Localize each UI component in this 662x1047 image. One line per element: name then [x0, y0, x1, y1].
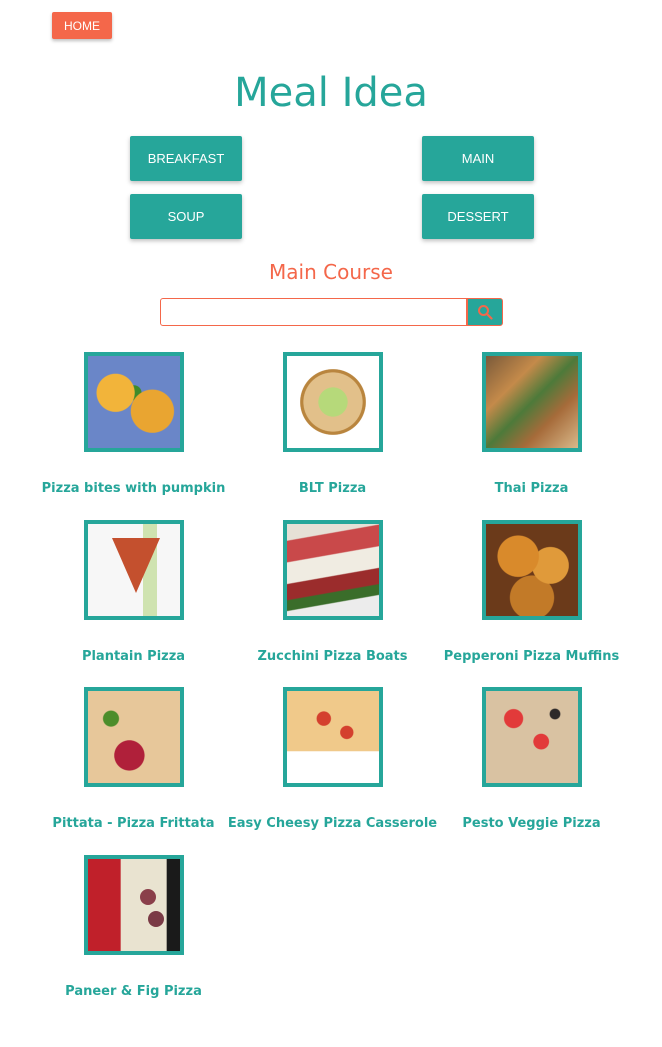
recipe-title[interactable]: Paneer & Fig Pizza — [65, 984, 202, 999]
main-button[interactable]: MAIN — [422, 136, 534, 181]
recipe-thumbnail[interactable] — [83, 687, 184, 787]
recipe-card[interactable]: Pepperoni Pizza Muffins — [432, 519, 631, 688]
breakfast-button[interactable]: BREAKFAST — [130, 136, 242, 181]
search-input[interactable] — [160, 298, 467, 326]
soup-button[interactable]: SOUP — [130, 194, 242, 239]
search-button[interactable] — [467, 298, 503, 326]
recipe-title[interactable]: Pizza bites with pumpkin — [42, 481, 226, 496]
recipe-thumbnail[interactable] — [481, 687, 582, 787]
recipe-card[interactable]: Pizza bites with pumpkin — [34, 352, 233, 520]
recipe-card[interactable]: Thai Pizza — [432, 352, 631, 520]
section-title: Main Course — [269, 260, 393, 284]
search-icon — [478, 305, 493, 320]
search-bar — [160, 298, 503, 326]
recipe-title[interactable]: Plantain Pizza — [82, 649, 185, 664]
recipe-card[interactable]: Paneer & Fig Pizza — [34, 854, 233, 1023]
recipe-title[interactable]: Easy Cheesy Pizza Casserole — [228, 816, 437, 831]
recipe-card[interactable]: Zucchini Pizza Boats — [233, 519, 432, 688]
recipe-title[interactable]: BLT Pizza — [299, 481, 366, 496]
recipe-title[interactable]: Zucchini Pizza Boats — [257, 649, 407, 664]
recipe-thumbnail[interactable] — [83, 519, 184, 620]
recipe-card[interactable]: Pesto Veggie Pizza — [432, 687, 631, 855]
recipe-thumbnail[interactable] — [282, 687, 383, 787]
dessert-button[interactable]: DESSERT — [422, 194, 534, 239]
recipe-thumbnail[interactable] — [481, 352, 582, 452]
recipe-title[interactable]: Pittata - Pizza Frittata — [52, 816, 214, 831]
recipe-title[interactable]: Thai Pizza — [495, 481, 569, 496]
recipe-title[interactable]: Pesto Veggie Pizza — [462, 816, 600, 831]
recipe-title[interactable]: Pepperoni Pizza Muffins — [444, 649, 619, 664]
recipe-thumbnail[interactable] — [481, 519, 582, 620]
recipe-grid: Pizza bites with pumpkin BLT Pizza Thai … — [34, 352, 630, 1022]
recipe-thumbnail[interactable] — [83, 352, 184, 452]
recipe-thumbnail[interactable] — [282, 519, 383, 620]
recipe-card[interactable]: Pittata - Pizza Frittata — [34, 687, 233, 855]
page-title: Meal Idea — [234, 70, 428, 116]
recipe-card[interactable]: Easy Cheesy Pizza Casserole — [228, 687, 437, 855]
recipe-card[interactable]: BLT Pizza — [233, 352, 432, 520]
recipe-card[interactable]: Plantain Pizza — [34, 519, 233, 688]
recipe-thumbnail[interactable] — [282, 352, 383, 452]
recipe-thumbnail[interactable] — [83, 854, 184, 955]
home-button[interactable]: HOME — [52, 12, 112, 39]
